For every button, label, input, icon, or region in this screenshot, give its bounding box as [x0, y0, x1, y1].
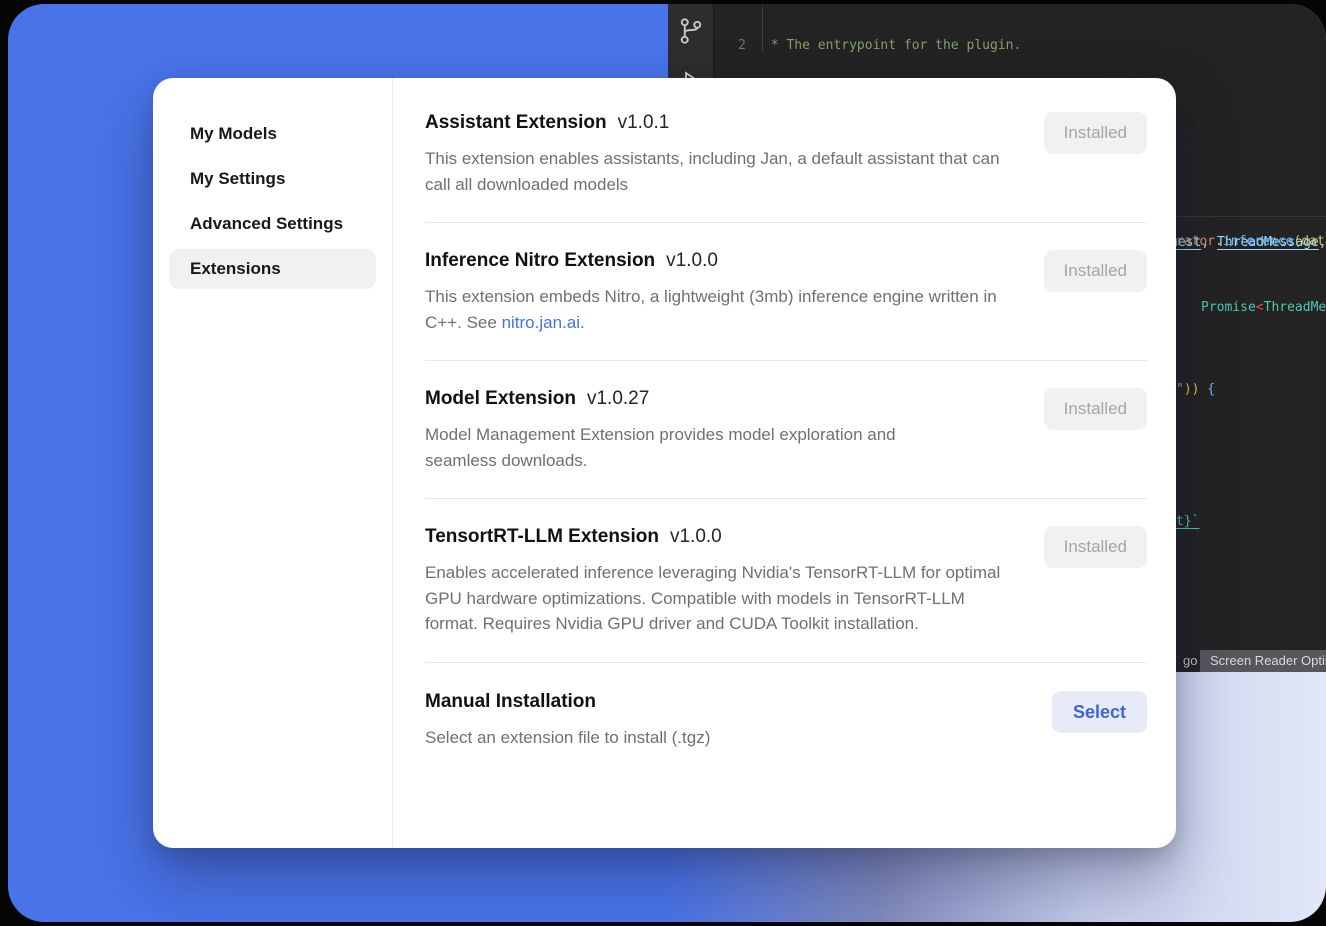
- sidebar-item-extensions[interactable]: Extensions: [169, 249, 376, 289]
- desktop-background: 2 * The entrypoint for the plugin. 3 */ …: [8, 4, 1326, 922]
- extension-name: Model Extension: [425, 388, 576, 409]
- code-token: ThreadMessage: [1264, 300, 1326, 315]
- extension-row-inference-nitro: Inference Nitro Extension v1.0.0 This ext…: [425, 223, 1147, 361]
- code-token: )): [1184, 382, 1200, 397]
- line-number: 2: [714, 38, 746, 54]
- sidebar-item-my-models[interactable]: My Models: [169, 114, 376, 154]
- extension-row-model: Model Extension v1.0.27 Model Management …: [425, 361, 1147, 499]
- extension-title: Assistant Extension v1.0.1: [425, 110, 1010, 136]
- source-control-icon[interactable]: [676, 14, 706, 48]
- code-token: rator: [1176, 234, 1215, 249]
- code-line: 2 * The entrypoint for the plugin.: [714, 38, 1326, 54]
- manual-installation-title: Manual Installation: [425, 689, 1010, 715]
- code-token: data: [1301, 234, 1326, 249]
- code-token: Promise: [1201, 300, 1256, 315]
- extension-version: v1.0.1: [618, 112, 670, 133]
- screen-reader-mode-badge[interactable]: Screen Reader Optimized: [1200, 650, 1326, 672]
- extension-title: Inference Nitro Extension v1.0.0: [425, 248, 1010, 274]
- description-text: .: [580, 313, 585, 332]
- code-fragment: ")) {: [1176, 382, 1215, 397]
- extension-version: v1.0.27: [587, 388, 649, 409]
- extension-name: Assistant Extension: [425, 112, 607, 133]
- code-fragment: t}`: [1176, 514, 1199, 529]
- statusbar-text: go: [1183, 653, 1197, 668]
- extension-info: TensortRT-LLM Extension v1.0.0 Enables ac…: [425, 524, 1010, 637]
- extension-description: Enables accelerated inference leveraging…: [425, 560, 1010, 637]
- code-token: {: [1199, 382, 1215, 397]
- extension-description: Model Management Extension provides mode…: [425, 422, 945, 473]
- code-token: .: [1215, 234, 1223, 249]
- code-token: ": [1176, 382, 1184, 397]
- code-text: * The entrypoint for the plugin.: [746, 38, 1021, 54]
- extension-title: TensortRT-LLM Extension v1.0.0: [425, 524, 1010, 550]
- editor-divider-line: [1176, 216, 1326, 217]
- extension-description: This extension embeds Nitro, a lightweig…: [425, 284, 1010, 335]
- code-fragment: Promise<ThreadMessage>: [1201, 300, 1326, 315]
- installed-badge: Installed: [1044, 526, 1147, 568]
- nitro-jan-ai-link[interactable]: nitro.jan.ai: [502, 313, 580, 332]
- extension-title: Model Extension v1.0.27: [425, 386, 945, 412]
- sidebar-item-advanced-settings[interactable]: Advanced Settings: [169, 204, 376, 244]
- settings-card: My Models My Settings Advanced Settings …: [153, 78, 1176, 848]
- installed-badge: Installed: [1044, 112, 1147, 154]
- code-token: inference: [1223, 234, 1293, 249]
- extension-info: Assistant Extension v1.0.1 This extension…: [425, 110, 1010, 197]
- extension-version: v1.0.0: [670, 526, 722, 547]
- extension-name: TensortRT-LLM Extension: [425, 526, 659, 547]
- settings-sidebar: My Models My Settings Advanced Settings …: [153, 78, 393, 848]
- installed-badge: Installed: [1044, 388, 1147, 430]
- extension-row-tensorrt-llm: TensortRT-LLM Extension v1.0.0 Enables ac…: [425, 499, 1147, 663]
- extension-row-assistant: Assistant Extension v1.0.1 This extension…: [425, 110, 1147, 223]
- manual-installation-row: Manual Installation Select an extension …: [425, 663, 1147, 776]
- manual-installation-description: Select an extension file to install (.tg…: [425, 725, 1010, 751]
- code-token: <: [1256, 300, 1264, 315]
- extension-name: Inference Nitro Extension: [425, 250, 655, 271]
- sidebar-item-my-settings[interactable]: My Settings: [169, 159, 376, 199]
- code-fragment: rator.inference(data));: [1176, 234, 1326, 249]
- extension-info: Model Extension v1.0.27 Model Management …: [425, 386, 945, 473]
- installed-badge: Installed: [1044, 250, 1147, 292]
- select-file-button[interactable]: Select: [1052, 691, 1147, 733]
- extension-version: v1.0.0: [666, 250, 718, 271]
- extension-info: Inference Nitro Extension v1.0.0 This ext…: [425, 248, 1010, 335]
- extensions-panel: Assistant Extension v1.0.1 This extension…: [393, 78, 1176, 848]
- extension-description: This extension enables assistants, inclu…: [425, 146, 1010, 197]
- manual-installation-info: Manual Installation Select an extension …: [425, 689, 1010, 751]
